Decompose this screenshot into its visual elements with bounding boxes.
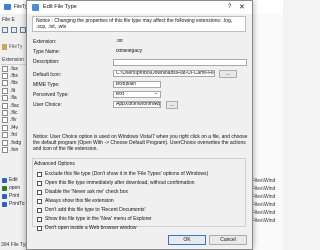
user-choice-notice: Notice: User Choice option is used on Wi…: [33, 134, 248, 152]
default-icon-label: Default Icon:: [33, 72, 62, 78]
cancel-button[interactable]: Cancel: [209, 235, 247, 245]
list-item-label: .fits: [10, 80, 18, 87]
type-name-value: txtfilelegacy: [116, 48, 143, 54]
option-show-in-new-menu[interactable]: Show this file type in the 'New' menu of…: [37, 216, 152, 222]
option-label: Open this file type immediately after do…: [45, 180, 195, 186]
list-item-label: .fax: [10, 65, 19, 72]
file-type-label: FileTy: [9, 44, 23, 50]
option-exclude[interactable]: Exclude this file type (Don't show it in…: [37, 171, 208, 177]
user-choice-browse-button[interactable]: ...: [166, 101, 178, 109]
toolbar-edit-icon[interactable]: [11, 26, 17, 33]
list-item-checkbox[interactable]: [2, 117, 8, 124]
option-label: Always show this file extension: [45, 198, 114, 204]
option-label: Show this file type in the 'New' menu of…: [45, 216, 152, 222]
list-item-label: .fit: [10, 87, 16, 94]
option-label: Disable the 'Never ask me' check box: [45, 189, 129, 195]
advanced-options-title: Advanced Options: [33, 161, 76, 167]
description-field[interactable]: [113, 59, 247, 66]
print-icon: [2, 193, 7, 199]
option-always-show-extension[interactable]: Always show this file extension: [37, 198, 114, 204]
list-item-checkbox[interactable]: [2, 124, 8, 131]
checkbox[interactable]: [37, 207, 42, 213]
option-label: Don't add this file type to 'Recent Docu…: [45, 207, 146, 213]
type-name-label: Type Name:: [33, 49, 60, 55]
list-item-label: .fon: [10, 146, 19, 153]
checkbox[interactable]: [37, 216, 42, 222]
description-label: Description:: [33, 59, 60, 65]
open-icon: [2, 185, 7, 191]
path-cell: Files\Wind: [252, 202, 276, 208]
list-item-checkbox[interactable]: [2, 110, 8, 117]
path-cell: Files\Wind: [252, 218, 276, 224]
action-item-label: Print: [9, 193, 20, 199]
dialog-title: Edit File Type: [43, 4, 77, 10]
list-item-checkbox[interactable]: [2, 95, 8, 102]
checkbox[interactable]: [37, 171, 42, 177]
dialog-app-icon: [32, 4, 39, 11]
edit-icon: [2, 177, 7, 183]
list-item-checkbox[interactable]: [2, 146, 8, 153]
list-item-checkbox[interactable]: [2, 132, 8, 139]
path-cell: Files\Wind: [252, 178, 276, 184]
path-cell: Files\Wind: [252, 194, 276, 200]
help-icon[interactable]: ?: [228, 4, 231, 10]
option-open-after-download[interactable]: Open this file type immediately after do…: [37, 180, 195, 186]
list-item-label: .f4v: [10, 124, 19, 131]
list-item-label: .fodg: [10, 139, 22, 146]
list-item-label: .fbx: [10, 73, 19, 80]
list-item-label: .flic: [10, 110, 18, 117]
list-item-label: .flv: [10, 117, 17, 124]
close-icon[interactable]: ✕: [239, 3, 245, 11]
option-disable-never-ask[interactable]: Disable the 'Never ask me' check box: [37, 189, 128, 195]
extensions-notice: Notice : Changing the properties of this…: [32, 16, 246, 32]
app-icon: [4, 4, 11, 10]
action-item-label: open: [9, 185, 21, 191]
option-no-recent-documents[interactable]: Don't add this file type to 'Recent Docu…: [37, 207, 145, 213]
browse-icon-button[interactable]: ...: [219, 70, 237, 78]
list-item-label: .fla: [10, 95, 17, 102]
checkbox[interactable]: [37, 180, 42, 186]
toolbar-save-icon[interactable]: [2, 26, 8, 33]
path-cell: Files\Wind: [252, 186, 276, 192]
perceived-type-label: Perceived Type:: [33, 92, 69, 98]
list-item-label: .fnt: [10, 132, 17, 139]
list-item-checkbox[interactable]: [2, 139, 8, 146]
mime-type-field[interactable]: text/plain: [113, 81, 161, 88]
file-type-icon: [2, 44, 7, 50]
path-cell: Files\Wind: [252, 210, 276, 216]
list-item-checkbox[interactable]: [2, 87, 8, 94]
option-label: Exclude this file type (Don't show it in…: [45, 171, 209, 177]
option-no-browser-window[interactable]: Don't open inside a Web browser window: [37, 225, 136, 231]
extension-label: Extension:: [33, 39, 57, 45]
option-label: Don't open inside a Web browser window: [45, 225, 137, 231]
list-item-label: .flac: [10, 102, 20, 109]
list-item-checkbox[interactable]: [2, 65, 8, 72]
list-item-checkbox[interactable]: [2, 80, 8, 87]
user-choice-select[interactable]: AppXdf9hwr8hmwzp4fqn: [113, 101, 161, 108]
edit-file-type-dialog: Edit File Type ? ✕ Notice : Changing the…: [26, 0, 253, 250]
action-item-label: Edit: [9, 177, 18, 183]
user-choice-label: User Choice:: [33, 102, 62, 108]
default-icon-field[interactable]: C:\Users\probo\Downloads\Flat-UI-Camil-F…: [113, 70, 215, 77]
mime-type-label: MIME Type:: [33, 82, 60, 88]
printto-icon: [2, 201, 7, 207]
background-menu-bar[interactable]: File E: [2, 17, 15, 23]
list-item-checkbox[interactable]: [2, 73, 8, 80]
checkbox[interactable]: [37, 189, 42, 195]
checkbox[interactable]: [37, 225, 42, 231]
list-item-checkbox[interactable]: [2, 102, 8, 109]
dialog-title-bar[interactable]: Edit File Type ? ✕: [27, 1, 252, 14]
action-item-label: PrintTo: [9, 201, 25, 207]
perceived-type-select[interactable]: text: [113, 91, 161, 98]
background-path-column: Files\Wind Files\Wind Files\Wind Files\W…: [252, 178, 283, 226]
checkbox[interactable]: [37, 198, 42, 204]
extension-value: .txt: [116, 38, 123, 44]
ok-button[interactable]: OK: [168, 235, 206, 245]
